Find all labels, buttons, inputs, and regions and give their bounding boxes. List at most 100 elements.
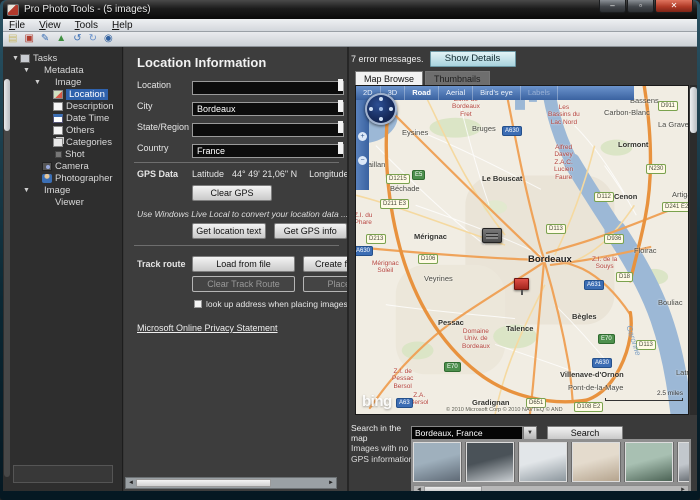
tab-thumbnails[interactable]: Thumbnails	[425, 71, 490, 86]
tree-item-categories[interactable]: Categories	[11, 136, 122, 148]
upload-icon[interactable]: ▲	[56, 34, 66, 44]
road-badge-e70: E70	[444, 362, 461, 372]
clear-track-route-button[interactable]: Clear Track Route	[192, 276, 295, 292]
thumbnail-interior-hall[interactable]	[571, 442, 621, 482]
tree-item-location[interactable]: Location	[11, 88, 122, 100]
search-dropdown-button[interactable]: ▼	[523, 426, 537, 440]
map-town-label: Carbon-Blanc	[604, 108, 650, 117]
compass-control[interactable]	[365, 93, 397, 125]
menu-file[interactable]: File	[9, 20, 25, 31]
lookup-address-label: look up address when placing images on t…	[206, 299, 348, 309]
state-region-input[interactable]	[192, 123, 344, 137]
tab-map-browse[interactable]: Map Browse	[355, 71, 424, 86]
tool-bar: ▤ ▣ ✎ ▲ ↺ ↻ ◉	[3, 32, 697, 47]
thumbnail-bridge-view[interactable]	[465, 442, 515, 482]
country-input[interactable]	[192, 144, 344, 158]
title-bar[interactable]: Pro Photo Tools - (5 images) – ▫ ✕	[3, 0, 697, 19]
tree-item-photographer[interactable]: Photographer	[11, 172, 122, 184]
expand-arrow-icon[interactable]: ▼	[22, 67, 31, 74]
tree-item-description[interactable]: Description	[11, 100, 122, 112]
view-tabs: Map Browse Thumbnails	[355, 71, 490, 86]
privacy-statement-link[interactable]: Microsoft Online Privacy Statement	[137, 323, 347, 333]
close-button[interactable]: ✕	[655, 0, 693, 13]
zoom-out-button[interactable]: −	[358, 156, 367, 165]
gps-pin-marker[interactable]	[514, 278, 529, 295]
create-from-images-button[interactable]: Create from images	[303, 256, 347, 272]
map-mode-aerial[interactable]: Aerial	[439, 86, 474, 100]
tree-item-image[interactable]: ▼ Image	[11, 184, 122, 196]
zoom-in-button[interactable]: +	[358, 132, 367, 141]
tree-scrollbar[interactable]	[4, 79, 10, 477]
map-copyright: © 2010 Microsoft Corp © 2010 NAVTEQ © AN…	[446, 407, 563, 413]
task-icon	[20, 53, 30, 63]
tree-item-viewer[interactable]: Viewer	[11, 196, 122, 208]
save-icon[interactable]: ▣	[24, 34, 33, 44]
page-icon	[53, 125, 63, 135]
none-icon	[42, 78, 52, 87]
new-file-icon[interactable]: ▤	[8, 34, 17, 44]
map-panel-scrollbar[interactable]	[690, 85, 697, 415]
place-images-button[interactable]: Place images	[303, 276, 347, 292]
window-title: Pro Photo Tools - (5 images)	[24, 4, 151, 15]
error-count-label: 7 error messages.	[351, 54, 424, 64]
show-details-button[interactable]: Show Details	[429, 51, 516, 67]
thumbnail-scrollbar[interactable]: ◄ ►	[413, 485, 689, 491]
map-mode-bird-s-eye[interactable]: Bird's eye	[473, 86, 521, 100]
road-badge-d108-e2: D108 E2	[574, 402, 604, 412]
load-from-file-button[interactable]: Load from file	[192, 256, 295, 272]
expand-arrow-icon[interactable]: ▼	[11, 55, 20, 62]
scroll-right-icon[interactable]: ►	[680, 486, 686, 491]
tree-item-label: Shot	[65, 148, 85, 160]
lookup-address-checkbox[interactable]	[194, 300, 202, 308]
map-mode-labels[interactable]: Labels	[521, 86, 558, 100]
tree-item-shot[interactable]: Shot	[11, 148, 122, 160]
map-town-label: Gradignan	[472, 398, 510, 407]
maximize-button[interactable]: ▫	[627, 0, 654, 13]
tree-item-image[interactable]: ▼ Image	[11, 76, 122, 88]
get-location-text-button[interactable]: Get location text	[192, 223, 266, 239]
tree-item-label: Tasks	[33, 52, 58, 64]
person-icon	[42, 173, 52, 183]
map-town-label: Villenave-d'Ornon	[560, 370, 624, 379]
page-icon	[53, 101, 63, 111]
expand-arrow-icon[interactable]: ▼	[22, 187, 31, 194]
image-placement-marker[interactable]	[482, 228, 502, 243]
map-toolbar: 2D 3D Road Aerial Bird's eye Labels	[356, 86, 634, 100]
menu-help[interactable]: Help	[112, 20, 133, 31]
redo-icon[interactable]: ↻	[89, 34, 97, 44]
menu-tools[interactable]: Tools	[75, 20, 98, 31]
shot-icon	[55, 150, 62, 158]
map-poi-label: Mérignac Soleil	[372, 260, 399, 275]
tree-item-camera[interactable]: Camera	[11, 160, 122, 172]
road-badge-a631: A631	[584, 280, 605, 290]
minimize-button[interactable]: –	[599, 0, 626, 13]
tree-item-tasks[interactable]: ▼ Tasks	[11, 52, 122, 64]
tree-item-metadata[interactable]: ▼ Metadata	[11, 64, 122, 76]
form-horizontal-scrollbar[interactable]: ◄ ►	[125, 477, 337, 489]
map-poi-label: Z.A. Bersol	[410, 392, 429, 407]
calendar-icon	[53, 113, 63, 123]
tree-item-date-time[interactable]: Date Time	[11, 112, 122, 124]
search-input[interactable]: Bordeaux, France	[411, 426, 523, 440]
scroll-right-icon[interactable]: ►	[328, 479, 334, 488]
thumbnail-strip-panel: ◄ ►	[411, 439, 691, 491]
help-globe-icon[interactable]: ◉	[104, 34, 113, 44]
undo-icon[interactable]: ↺	[73, 34, 81, 44]
map-town-label: Bègles	[572, 312, 597, 321]
thumbnail-green-room[interactable]	[624, 442, 674, 482]
thumbnail-vehicle-interior[interactable]	[677, 442, 689, 482]
map-view[interactable]: Le Taillan-MédocEysinesBrugesLe BouscatL…	[355, 85, 689, 415]
thumbnail-street-scene[interactable]	[413, 442, 462, 482]
map-mode-road[interactable]: Road	[405, 86, 439, 100]
get-gps-info-button[interactable]: Get GPS info	[273, 223, 347, 239]
thumbnail-glass-building[interactable]	[518, 442, 568, 482]
city-input[interactable]	[192, 102, 344, 116]
expand-arrow-icon[interactable]: ▼	[33, 79, 42, 86]
scroll-left-icon[interactable]: ◄	[128, 479, 134, 488]
tree-item-others[interactable]: Others	[11, 124, 122, 136]
edit-pen-icon[interactable]: ✎	[41, 34, 49, 44]
menu-view[interactable]: View	[39, 20, 61, 31]
location-input[interactable]	[192, 81, 344, 95]
clear-gps-button[interactable]: Clear GPS	[192, 185, 272, 201]
scroll-left-icon[interactable]: ◄	[416, 486, 422, 491]
